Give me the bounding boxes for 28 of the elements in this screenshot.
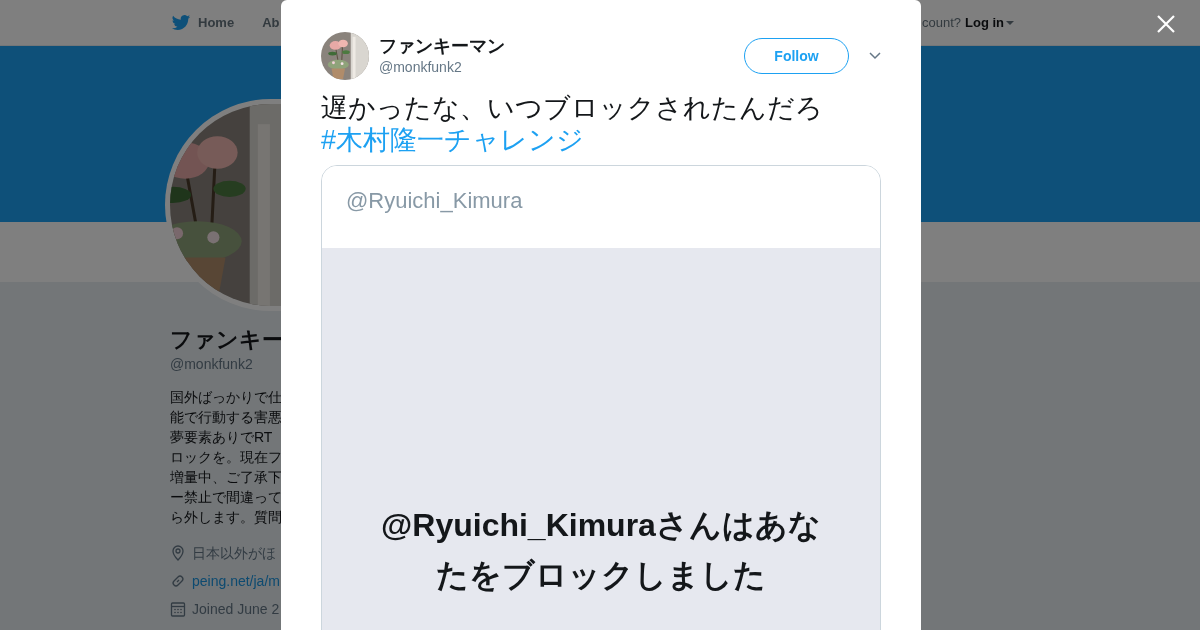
nav-link[interactable]: Ab: [262, 12, 280, 33]
bio-line: ロックを。現在フ: [170, 448, 283, 467]
author-name[interactable]: ファンキーマン: [379, 35, 505, 57]
bio-line: 増量中、ご了承下: [170, 468, 283, 487]
joined-date: Joined June 2: [192, 599, 280, 619]
hashtag-link[interactable]: #木村隆一チャレンジ: [321, 125, 585, 155]
bio-line: 能で行動する害悪: [170, 408, 283, 427]
login-link[interactable]: Log in: [965, 12, 1014, 33]
bio-line: ら外します。質問: [170, 508, 283, 527]
author-avatar[interactable]: [321, 32, 369, 80]
blocked-message: @Ryuichi_Kimuraさんはあなたをブロックしました: [380, 506, 822, 595]
calendar-icon: [170, 601, 186, 617]
chevron-down-icon[interactable]: [869, 52, 881, 60]
tweet-text: 遅かったな、いつブロックされたんだろ: [321, 92, 824, 124]
caret-icon: [1006, 20, 1014, 25]
profile-link[interactable]: peing.net/ja/m: [192, 570, 280, 592]
location-text: 日本以外がほ: [192, 543, 276, 563]
bio-line: 国外ばっかりで仕: [170, 388, 283, 407]
author-handle: @monkfunk2: [379, 58, 463, 77]
bio-line: 夢要素ありでRT: [170, 428, 274, 447]
location-pin-icon: [170, 545, 186, 561]
profile-handle: @monkfunk2: [170, 355, 254, 374]
bio-line: ー禁止で間違って: [170, 488, 283, 507]
close-icon[interactable]: [1156, 14, 1176, 34]
blocked-account-handle: @Ryuichi_Kimura: [346, 188, 523, 213]
link-icon: [170, 573, 186, 589]
nav-link[interactable]: Home: [198, 12, 235, 33]
login-prompt: count?: [921, 13, 961, 32]
